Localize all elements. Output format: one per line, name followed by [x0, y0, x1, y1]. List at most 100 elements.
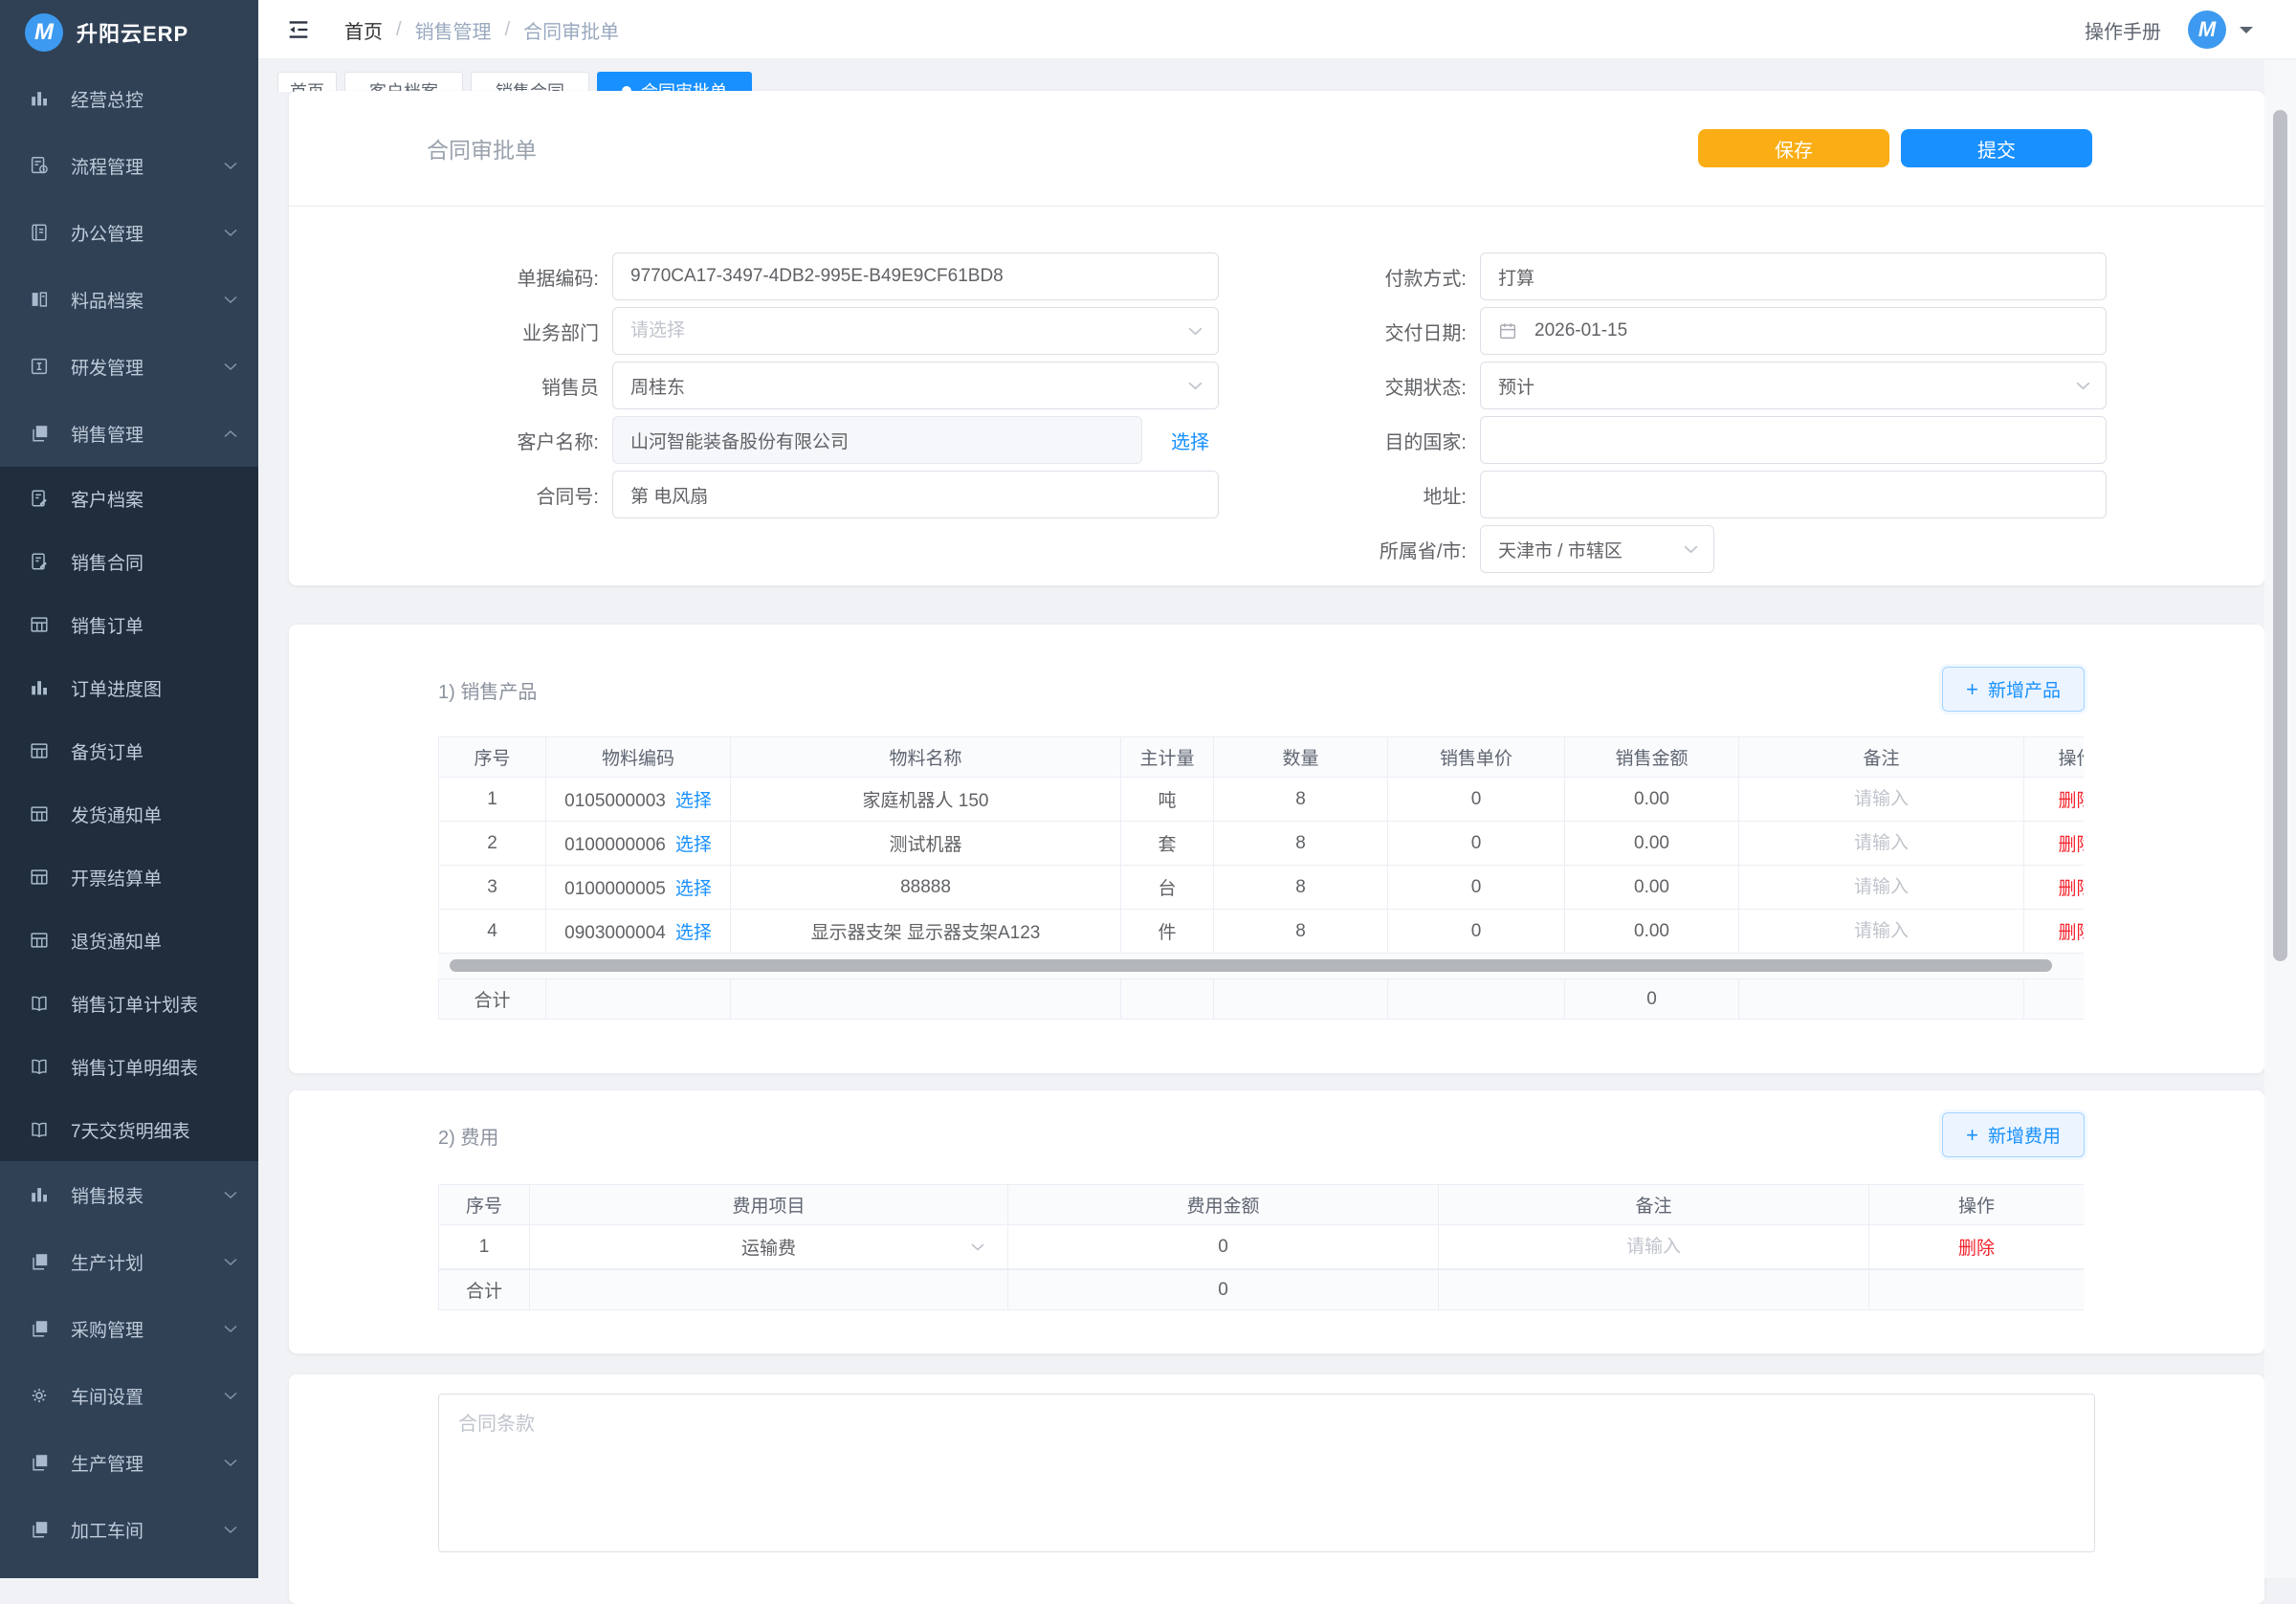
delete-row-link[interactable]: 删除	[2058, 879, 2084, 899]
choose-link[interactable]: 选择	[1171, 427, 1209, 454]
unit-price-cell[interactable]: 0	[1388, 866, 1565, 910]
field-input[interactable]	[612, 471, 1219, 518]
products-column-header: 物料名称	[731, 737, 1121, 778]
chevron-down-icon	[224, 229, 237, 237]
form-field-row: 客户名称: 选择	[438, 416, 1219, 464]
sidebar-item-icon	[29, 1119, 50, 1140]
field-input[interactable]	[612, 362, 1219, 409]
sidebar-item[interactable]: 流程管理	[0, 132, 258, 199]
add-fee-button[interactable]: + 新增费用	[1942, 1112, 2085, 1157]
select-material-link[interactable]: 选择	[675, 923, 712, 943]
fee-row: 1 运输费 0 删除	[439, 1225, 2085, 1269]
field-input[interactable]	[1480, 525, 1714, 573]
page-tab[interactable]: 销售合同	[471, 72, 589, 92]
remark-cell	[1739, 778, 2024, 822]
delete-row-link[interactable]: 删除	[2058, 923, 2084, 943]
field-input[interactable]	[1480, 253, 2107, 300]
manual-link[interactable]: 操作手册	[2085, 16, 2161, 44]
sidebar-item[interactable]: 销售订单计划表	[0, 972, 258, 1035]
field-input[interactable]	[1480, 307, 2107, 355]
sidebar-item[interactable]: 销售合同	[0, 530, 258, 593]
sidebar-item[interactable]: 7天交货明细表	[0, 1098, 258, 1161]
field-input[interactable]	[1480, 471, 2107, 518]
contract-terms-textarea[interactable]	[438, 1394, 2095, 1552]
sidebar-item[interactable]: 研发管理	[0, 333, 258, 400]
sidebar-item[interactable]: 加工车间	[0, 1496, 258, 1563]
quantity-cell[interactable]: 8	[1214, 866, 1388, 910]
sidebar-item-icon	[29, 551, 50, 572]
page-tab[interactable]: 合同审批单	[597, 72, 752, 92]
sidebar-item[interactable]: 退货通知单	[0, 909, 258, 972]
sidebar-item[interactable]: 销售管理	[0, 400, 258, 467]
submit-button[interactable]: 提交	[1901, 129, 2092, 167]
sidebar-item[interactable]: 办公管理	[0, 199, 258, 266]
unit-price-cell[interactable]: 0	[1388, 910, 1565, 954]
select-material-link[interactable]: 选择	[675, 791, 712, 811]
sidebar-item-icon	[29, 222, 50, 243]
form-field-row: 单据编码:	[438, 253, 1219, 300]
sidebar-item[interactable]: 料品档案	[0, 266, 258, 333]
select-material-link[interactable]: 选择	[675, 879, 712, 899]
vertical-scrollbar-thumb[interactable]	[2273, 110, 2287, 961]
save-button[interactable]: 保存	[1698, 129, 1889, 167]
chevron-down-icon	[224, 1325, 237, 1333]
sidebar-item[interactable]: 备货订单	[0, 719, 258, 782]
field-label: 付款方式:	[1320, 263, 1467, 291]
sidebar-item[interactable]: 发货通知单	[0, 782, 258, 846]
delete-row-link[interactable]: 删除	[1958, 1239, 1995, 1259]
field-label: 目的国家:	[1320, 427, 1467, 454]
material-name-cell: 显示器支架 显示器支架A123	[731, 910, 1121, 954]
form-right-column: 付款方式: 交付日期:	[1320, 253, 2107, 580]
delete-row-link[interactable]: 删除	[2058, 791, 2084, 811]
quantity-cell[interactable]: 8	[1214, 822, 1388, 866]
quantity-cell[interactable]: 8	[1214, 778, 1388, 822]
sidebar-item-icon	[29, 677, 50, 698]
breadcrumb-home[interactable]: 首页	[344, 16, 383, 44]
field-input[interactable]	[612, 307, 1219, 355]
remark-input[interactable]	[1754, 780, 2009, 819]
delete-row-link[interactable]: 删除	[2058, 835, 2084, 855]
unit-price-cell[interactable]: 0	[1388, 822, 1565, 866]
page-tab[interactable]: 客户档案	[344, 72, 463, 92]
fee-item-select[interactable]: 运输费	[530, 1225, 1008, 1269]
field-input[interactable]	[1480, 416, 2107, 464]
chevron-down-icon	[224, 363, 237, 371]
horizontal-scrollbar-thumb[interactable]	[450, 959, 2052, 972]
select-material-link[interactable]: 选择	[675, 835, 712, 855]
sidebar-item[interactable]: 销售订单	[0, 593, 258, 656]
sidebar-item[interactable]: 开票结算单	[0, 846, 258, 909]
sidebar-item[interactable]: 销售订单明细表	[0, 1035, 258, 1098]
vertical-scrollbar	[2264, 60, 2296, 1578]
sidebar-collapse-icon[interactable]	[285, 16, 312, 43]
unit-price-cell[interactable]: 0	[1388, 778, 1565, 822]
sidebar-item[interactable]: 生产管理	[0, 1429, 258, 1496]
breadcrumb-separator: /	[505, 19, 511, 41]
avatar[interactable]: M	[2188, 11, 2226, 49]
action-cell: 删除	[1869, 1225, 2085, 1269]
remark-input[interactable]	[1754, 824, 2009, 863]
fees-card: 2) 费用 + 新增费用 序号费用项目费用金额备注操作 1	[289, 1090, 2264, 1353]
sidebar-item[interactable]: 销售报表	[0, 1161, 258, 1228]
remark-input[interactable]	[1754, 912, 2009, 951]
products-column-header: 序号	[439, 737, 546, 778]
fee-amount-cell[interactable]: 0	[1008, 1225, 1439, 1269]
field-input[interactable]	[612, 253, 1219, 300]
sidebar-item[interactable]: 采购管理	[0, 1295, 258, 1362]
sidebar-item[interactable]: 订单进度图	[0, 656, 258, 719]
quantity-cell[interactable]: 8	[1214, 910, 1388, 954]
field-input[interactable]	[612, 416, 1142, 464]
plus-icon: +	[1966, 1125, 1978, 1146]
sidebar-item-icon	[29, 289, 50, 310]
sidebar-item[interactable]: 生产计划	[0, 1228, 258, 1295]
sidebar-item[interactable]: 车间设置	[0, 1362, 258, 1429]
remark-input[interactable]	[1460, 1228, 1846, 1266]
page-tab[interactable]: 首页	[277, 72, 337, 92]
sidebar-item[interactable]: 经营总控	[0, 65, 258, 132]
breadcrumb-sales[interactable]: 销售管理	[415, 16, 492, 44]
user-menu-caret-icon[interactable]	[2240, 27, 2253, 40]
sidebar-item[interactable]: 客户档案	[0, 467, 258, 530]
sidebar-item-label: 流程管理	[71, 153, 144, 179]
add-product-button[interactable]: + 新增产品	[1942, 667, 2085, 712]
remark-input[interactable]	[1754, 868, 2009, 907]
field-input[interactable]	[1480, 362, 2107, 409]
